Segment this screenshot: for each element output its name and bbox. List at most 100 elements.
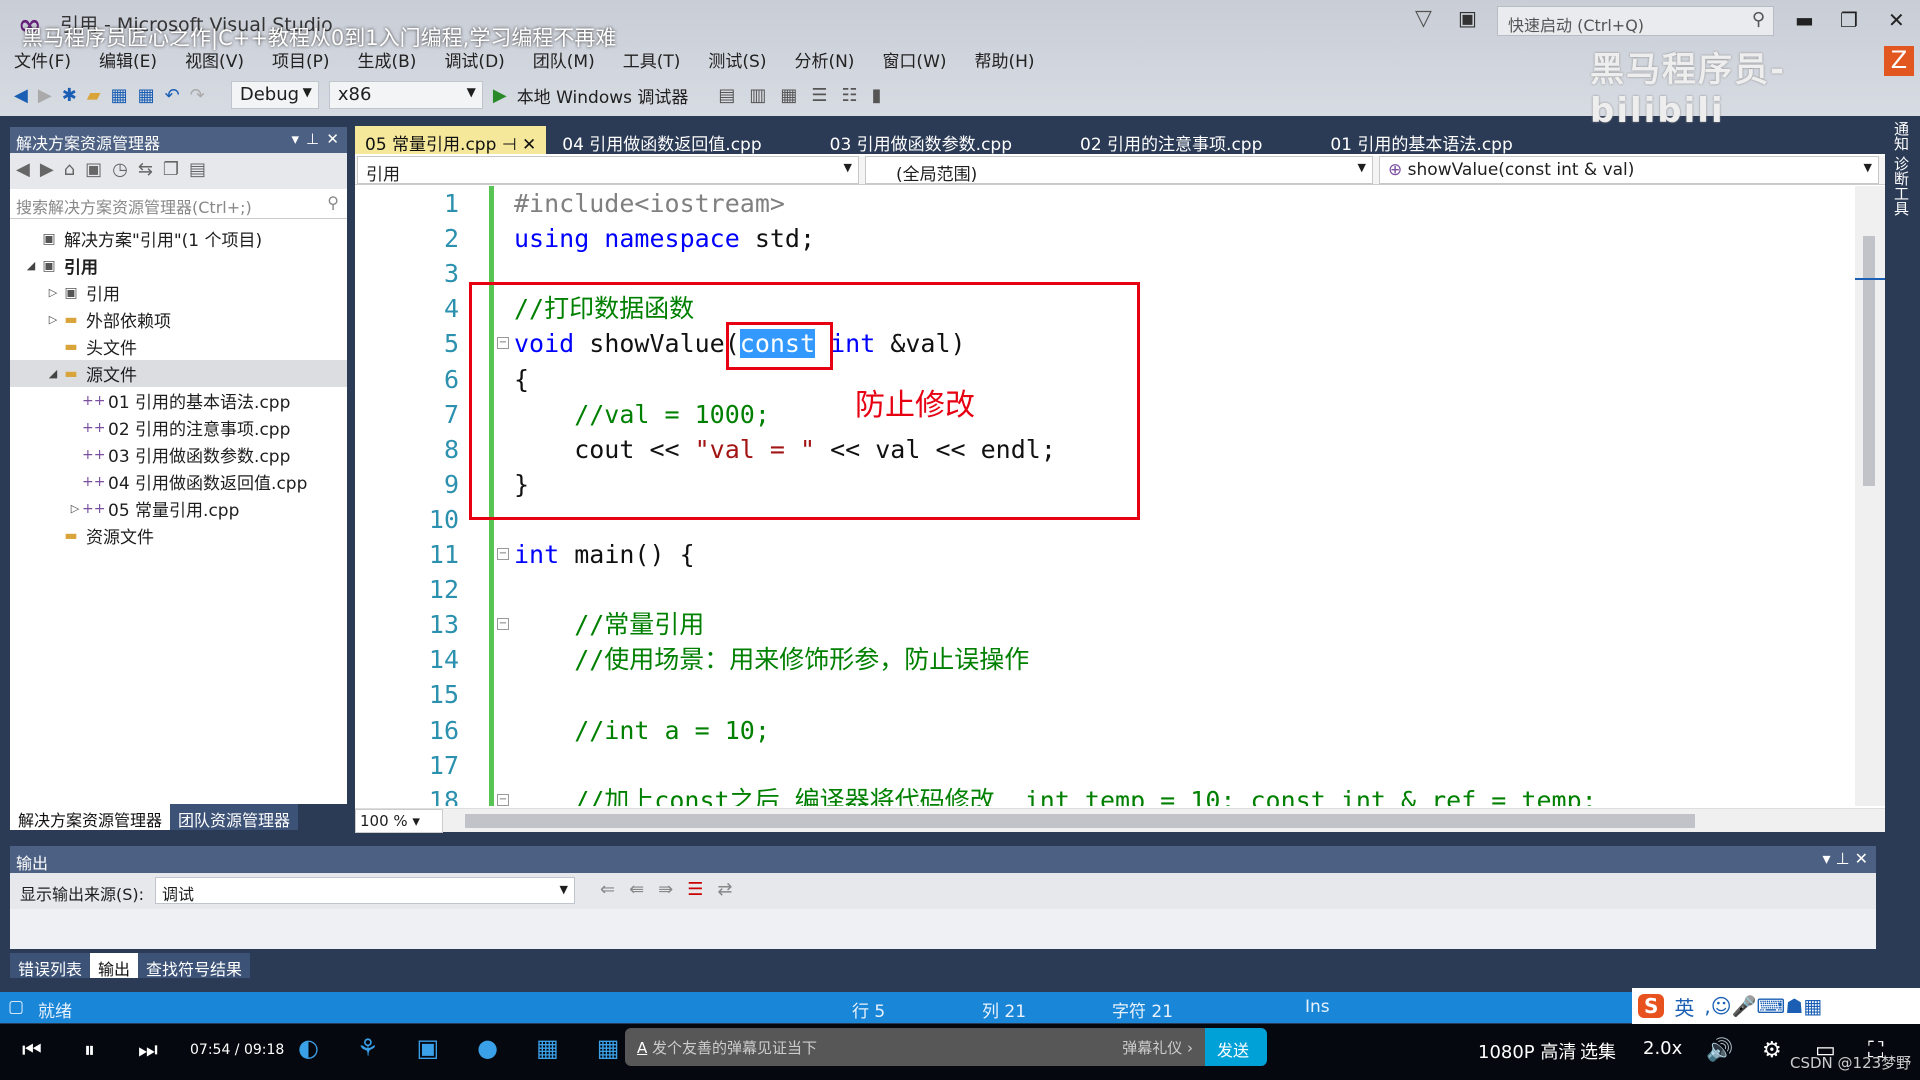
file-tab[interactable]: 05 常量引用.cpp ⊣ ✕ xyxy=(355,126,547,155)
tree-item[interactable]: ++ 02 引用的注意事项.cpp xyxy=(10,414,347,441)
config-dropdown[interactable]: Debug ▼ xyxy=(230,81,319,109)
pin-icon[interactable]: ⊣ xyxy=(496,135,522,155)
user-badge[interactable]: Z xyxy=(1884,46,1914,76)
menu-item[interactable]: 项目(P) xyxy=(272,47,330,72)
scroll-thumb[interactable] xyxy=(1863,236,1875,486)
tree-item[interactable]: ◢ ▬ 源文件 xyxy=(10,360,347,387)
tree-item[interactable]: ▬ 头文件 xyxy=(10,333,347,360)
tree-item[interactable]: ▷ ▣ 引用 xyxy=(10,279,347,306)
panel-tab[interactable]: 解决方案资源管理器 xyxy=(10,804,171,830)
feedback-icon[interactable]: ▣ xyxy=(1458,6,1477,30)
tree-item[interactable]: ++ 01 引用的基本语法.cpp xyxy=(10,387,347,414)
fold-toggle-icon[interactable]: − xyxy=(497,337,509,350)
danmaku-etiquette-link[interactable]: 弹幕礼仪 › xyxy=(1122,1037,1193,1058)
next-icon[interactable]: ⏭ xyxy=(138,1038,158,1063)
minimize-button[interactable]: ▬ xyxy=(1795,8,1814,32)
redo-icon[interactable]: ↷ xyxy=(190,85,205,106)
file-tab[interactable]: 03 引用做函数参数.cpp xyxy=(820,126,1022,155)
output-tool-icons[interactable]: ⇐⇚⇛☰⇄ xyxy=(600,879,746,900)
panel-tab[interactable]: 团队资源管理器 xyxy=(170,804,299,830)
menu-item[interactable]: 工具(T) xyxy=(623,47,681,72)
output-tab[interactable]: 查找符号结果 xyxy=(138,953,251,979)
settings-icon[interactable]: ⚙ xyxy=(1762,1038,1782,1063)
pin-icon[interactable]: ⊥ xyxy=(306,130,319,148)
project-dropdown[interactable]: 引用 ▼ xyxy=(357,156,859,185)
output-tab[interactable]: 输出 xyxy=(90,953,139,979)
open-file-icon[interactable]: ▰ xyxy=(87,85,101,106)
menu-item[interactable]: 视图(V) xyxy=(185,47,244,72)
menu-item[interactable]: 分析(N) xyxy=(794,47,854,72)
volume-icon[interactable]: 🔊 xyxy=(1706,1038,1733,1063)
close-icon[interactable]: ✕ xyxy=(326,130,339,148)
tree-item[interactable]: ++ 03 引用做函数参数.cpp xyxy=(10,441,347,468)
tree-item[interactable]: ▣ 解决方案"引用"(1 个项目) xyxy=(10,225,347,252)
quick-launch-input[interactable]: 快速启动 (Ctrl+Q) ⚲ xyxy=(1497,6,1774,36)
expand-arrow-icon[interactable]: ▷ xyxy=(46,313,60,326)
menu-item[interactable]: 团队(M) xyxy=(533,47,595,72)
tree-item[interactable]: ▬ 资源文件 xyxy=(10,522,347,549)
save-all-icon[interactable]: ▦ xyxy=(138,85,155,106)
menu-item[interactable]: 调试(D) xyxy=(444,47,504,72)
file-tab[interactable]: 01 引用的基本语法.cpp xyxy=(1320,126,1522,155)
fold-toggle-icon[interactable]: − xyxy=(497,618,509,631)
solution-toolbar[interactable]: ◀▶⌂▣◷⇆❐▤ xyxy=(10,153,347,189)
new-project-icon[interactable]: ✱ xyxy=(62,85,77,106)
file-tab[interactable]: 04 引用做函数返回值.cpp xyxy=(552,126,771,155)
menu-item[interactable]: 文件(F) xyxy=(14,47,71,72)
right-tool-strip[interactable]: 通知 诊断工具 xyxy=(1886,116,1920,846)
run-debugger-button[interactable]: 本地 Windows 调试器 xyxy=(517,83,689,108)
output-content[interactable] xyxy=(10,909,1876,949)
forward-icon[interactable]: ▶ xyxy=(38,85,52,106)
undo-icon[interactable]: ↶ xyxy=(165,85,180,106)
ime-toolbar[interactable]: S 英 ,☺🎤⌨☗▦ xyxy=(1632,988,1920,1024)
menu-item[interactable]: 帮助(H) xyxy=(975,47,1035,72)
close-icon[interactable]: ▾ ⊥ ✕ xyxy=(1822,849,1868,868)
danmaku-style-icon[interactable]: A xyxy=(637,1039,647,1057)
file-tab[interactable]: 02 引用的注意事项.cpp xyxy=(1070,126,1272,155)
fold-toggle-icon[interactable]: − xyxy=(497,793,509,806)
line-number: 12 xyxy=(428,575,459,605)
back-icon[interactable]: ◀ xyxy=(14,85,28,106)
previous-icon[interactable]: ⏮ xyxy=(22,1038,42,1063)
menu-item[interactable]: 编辑(E) xyxy=(99,47,157,72)
send-button[interactable]: 发送 xyxy=(1205,1028,1267,1066)
tree-item[interactable]: ▷ ++ 05 常量引用.cpp xyxy=(10,495,347,522)
quality-button[interactable]: 1080P 高清 xyxy=(1478,1038,1576,1064)
fold-toggle-icon[interactable]: − xyxy=(497,548,509,560)
expand-arrow-icon[interactable]: ◢ xyxy=(24,259,38,272)
dropdown-icon[interactable]: ▾ xyxy=(291,130,299,148)
solution-search-input[interactable]: 搜索解决方案资源管理器(Ctrl+;) ⚲ xyxy=(10,189,347,219)
vertical-scrollbar[interactable] xyxy=(1855,186,1885,806)
save-icon[interactable]: ▦ xyxy=(111,85,128,106)
play-icon[interactable]: ▶ xyxy=(493,85,507,106)
cpp-file-icon: ++ xyxy=(82,446,106,463)
expand-arrow-icon[interactable]: ▷ xyxy=(68,502,82,515)
pause-icon[interactable]: ⏸ xyxy=(84,1038,95,1063)
tree-item[interactable]: ++ 04 引用做函数返回值.cpp xyxy=(10,468,347,495)
close-button[interactable]: ✕ xyxy=(1888,8,1905,32)
toolbar-misc-icons[interactable]: ▤▥▦☰☷▮ xyxy=(718,85,895,106)
output-source-dropdown[interactable]: 调试 ▼ xyxy=(155,877,575,904)
episodes-button[interactable]: 选集 xyxy=(1580,1038,1616,1064)
menu-item[interactable]: 生成(B) xyxy=(358,47,417,72)
close-icon[interactable]: ✕ xyxy=(522,135,536,155)
member-dropdown[interactable]: ⊕ showValue(const int & val) ▼ xyxy=(1379,156,1879,184)
tree-item[interactable]: ◢ ▣ 引用 xyxy=(10,252,347,279)
expand-arrow-icon[interactable]: ▷ xyxy=(46,286,60,299)
ime-tool-icons[interactable]: ,☺🎤⌨☗▦ xyxy=(1704,994,1822,1018)
filter-icon[interactable]: ▽ xyxy=(1415,6,1432,31)
zoom-dropdown[interactable]: 100 % ▾ xyxy=(355,809,443,833)
expand-arrow-icon[interactable]: ◢ xyxy=(46,367,60,380)
speed-button[interactable]: 2.0x xyxy=(1643,1038,1682,1059)
danmaku-input[interactable]: A 发个友善的弹幕见证当下 弹幕礼仪 › xyxy=(625,1028,1205,1066)
platform-dropdown[interactable]: x86 ▼ xyxy=(328,81,483,109)
menu-item[interactable]: 测试(S) xyxy=(708,47,766,72)
menu-item[interactable]: 窗口(W) xyxy=(882,47,946,72)
scope-dropdown[interactable]: (全局范围) ▼ xyxy=(865,156,1373,185)
restore-button[interactable]: ❐ xyxy=(1840,8,1858,32)
tree-item[interactable]: ▷ ▬ 外部依赖项 xyxy=(10,306,347,333)
output-tab[interactable]: 错误列表 xyxy=(10,953,91,979)
taskbar-app-icons[interactable]: ◐⚘▣●▦▦ xyxy=(298,1034,657,1062)
ime-language[interactable]: 英 xyxy=(1674,992,1694,1021)
horizontal-scroll-thumb[interactable] xyxy=(465,814,1695,828)
